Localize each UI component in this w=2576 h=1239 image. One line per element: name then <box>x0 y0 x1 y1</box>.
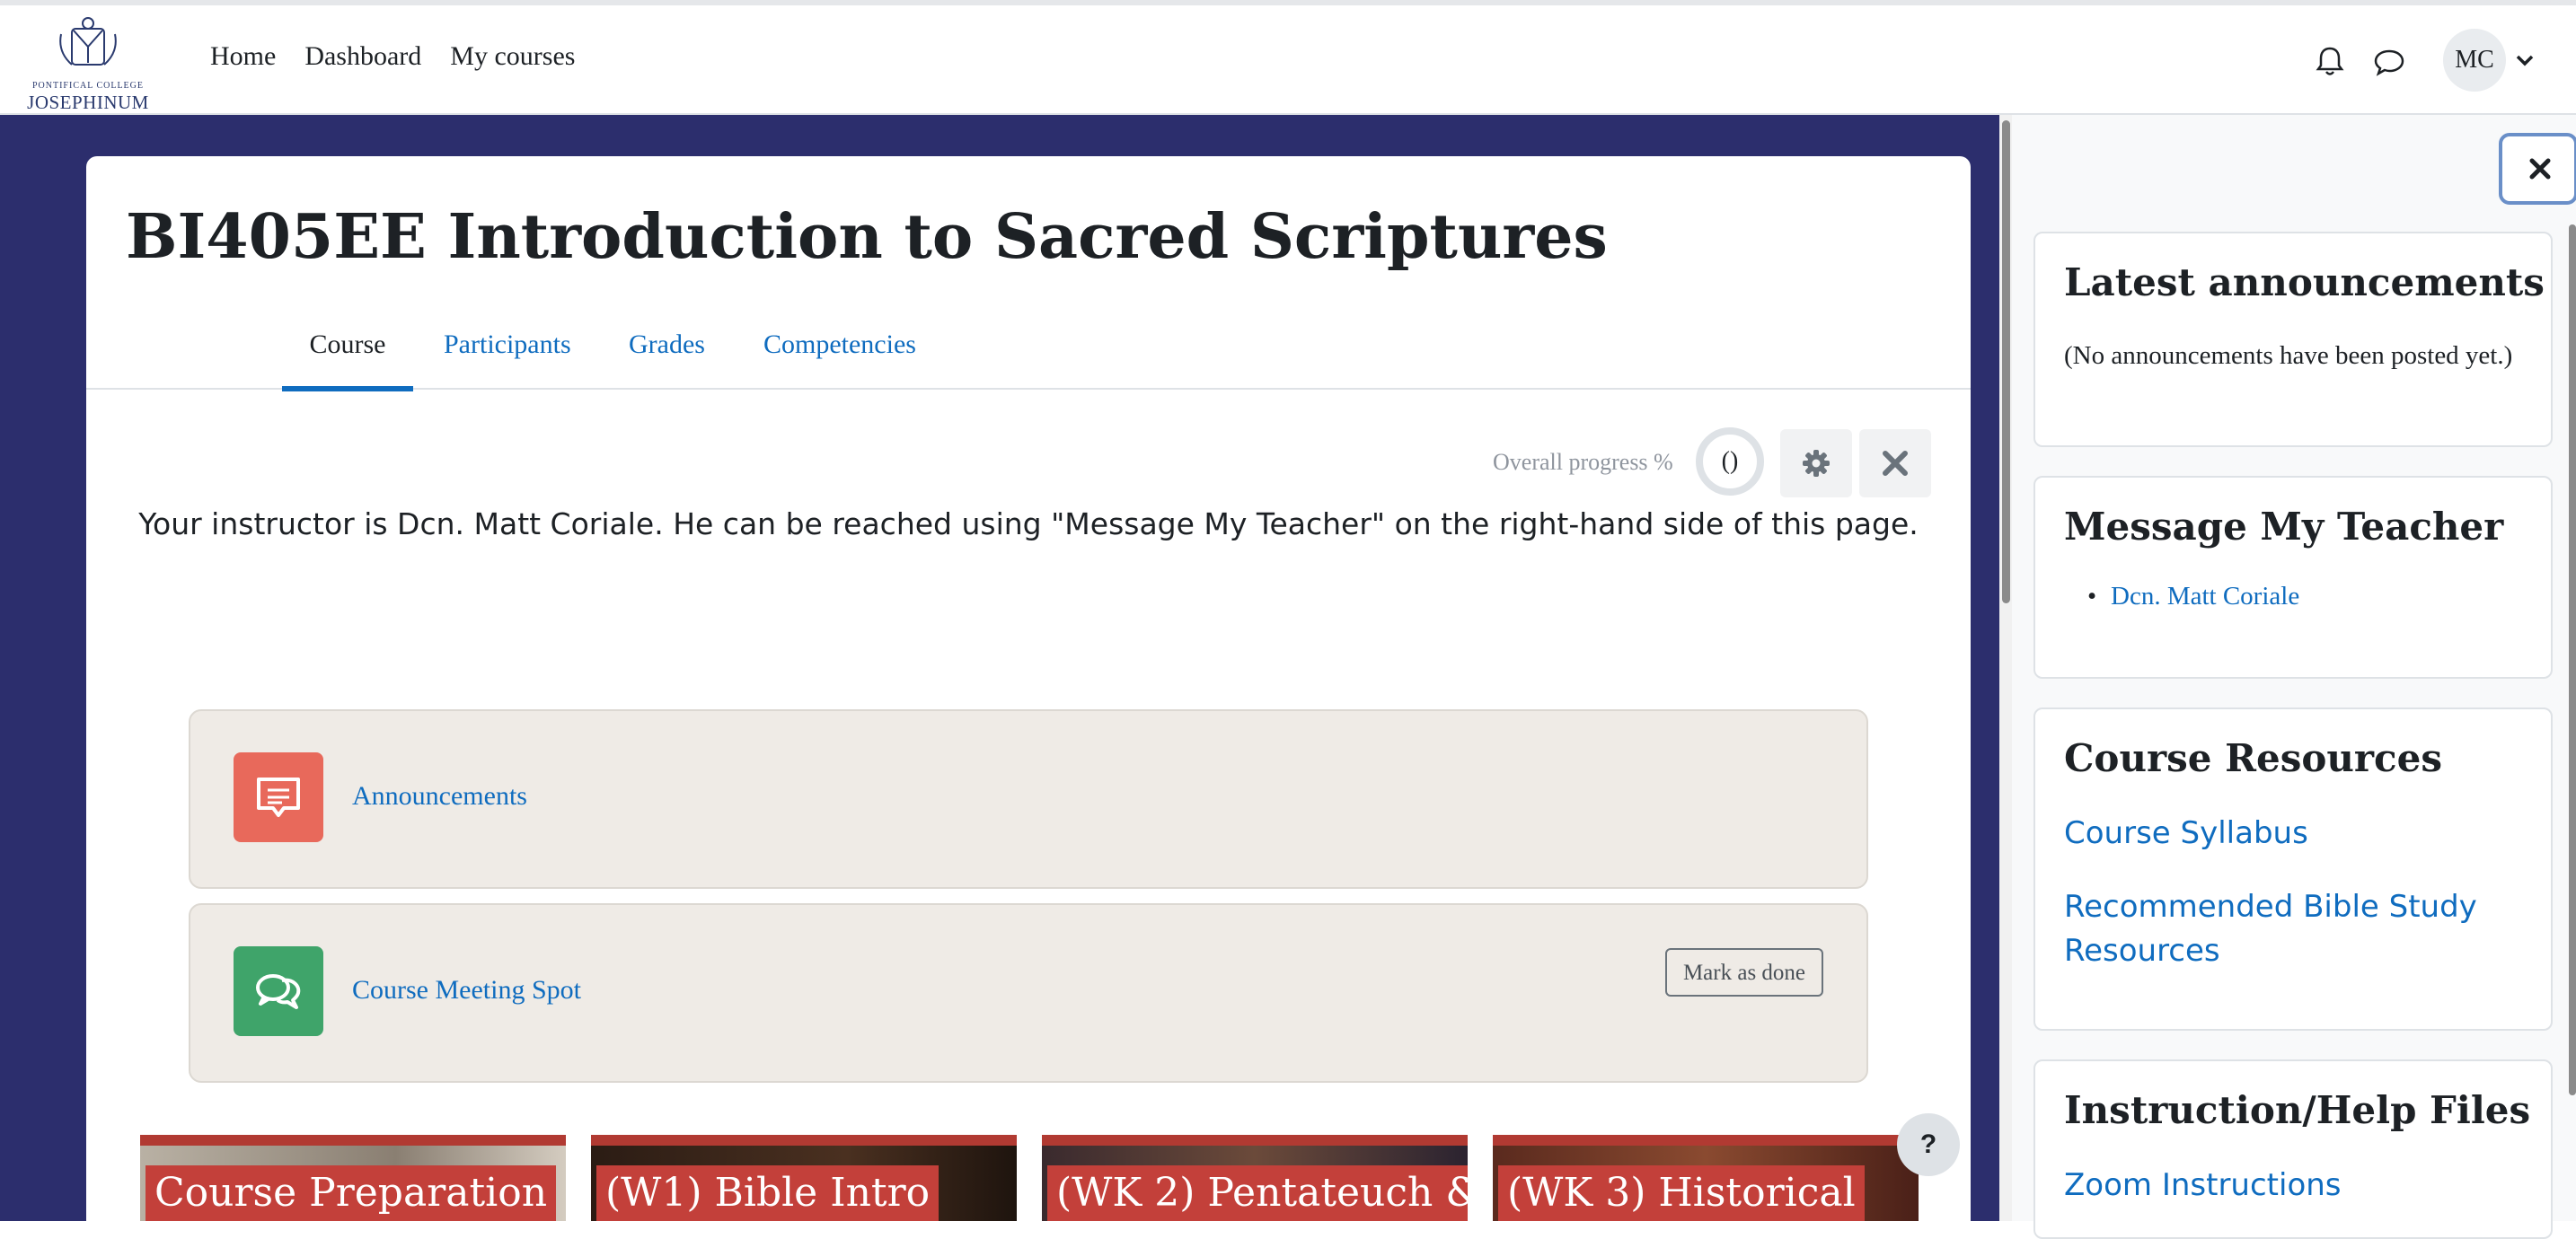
tile-label: (WK 3) Historical <box>1498 1165 1865 1221</box>
tab-competencies[interactable]: Competencies <box>763 323 916 386</box>
instructor-note: Your instructor is Dcn. Matt Coriale. He… <box>138 506 1919 541</box>
tile-label: (W1) Bible Intro <box>596 1165 940 1221</box>
resource-link[interactable]: Course Syllabus <box>2064 812 2531 856</box>
notification-bell-icon[interactable] <box>2312 43 2348 79</box>
block-title: Instruction/Help Files <box>2064 1088 2531 1132</box>
block-message-teacher: Message My Teacher Dcn. Matt Coriale <box>2033 476 2553 679</box>
block-course-resources: Course Resources Course Syllabus Recomme… <box>2033 707 2553 1031</box>
primary-nav: Home Dashboard My courses <box>210 41 575 72</box>
drawer-close-button[interactable] <box>2499 133 2576 205</box>
logo-text-small: PONTIFICAL COLLEGE <box>31 81 144 91</box>
teacher-link[interactable]: Dcn. Matt Coriale <box>2087 582 2299 611</box>
gear-icon <box>1803 450 1830 477</box>
close-button[interactable] <box>1859 429 1931 497</box>
tile-label: (WK 2) Pentateuch & <box>1047 1165 1468 1221</box>
resource-link[interactable]: Recommended Bible Study Resources <box>2064 885 2531 973</box>
user-avatar[interactable]: MC <box>2443 29 2506 92</box>
block-latest-announcements: Latest announcements (No announcements h… <box>2033 232 2553 447</box>
progress-indicator: () <box>1696 427 1764 496</box>
section-tile[interactable]: Course Preparation <box>140 1135 566 1221</box>
tab-course[interactable]: Course <box>282 323 413 391</box>
overall-progress-label: Overall progress % <box>1493 449 1673 475</box>
close-icon <box>1883 451 1908 476</box>
help-button[interactable]: ? <box>1897 1113 1960 1176</box>
chevron-down-icon[interactable] <box>2515 52 2535 68</box>
tab-participants[interactable]: Participants <box>444 323 571 386</box>
block-title: Latest announcements <box>2064 260 2545 304</box>
drawer-scrollbar-thumb[interactable] <box>2569 224 2576 1095</box>
tab-grades[interactable]: Grades <box>629 323 705 386</box>
block-title: Course Resources <box>2064 736 2442 780</box>
activity-link[interactable]: Course Meeting Spot <box>352 975 581 1006</box>
page-title: BI405EE Introduction to Sacred Scripture… <box>126 201 1608 273</box>
activity-meeting-spot: Course Meeting Spot Mark as done <box>189 903 1868 1083</box>
mark-as-done-button[interactable]: Mark as done <box>1665 948 1823 997</box>
nav-home[interactable]: Home <box>210 41 276 72</box>
close-icon <box>2529 158 2551 180</box>
page-scrollbar-thumb[interactable] <box>2002 120 2010 603</box>
course-tabs: Course Participants Grades Competencies <box>86 323 1971 391</box>
crest-icon <box>59 17 117 66</box>
help-link[interactable]: Zoom Instructions <box>2064 1164 2531 1208</box>
top-navbar: PONTIFICAL COLLEGE JOSEPHINUM Home Dashb… <box>0 5 2576 115</box>
settings-button[interactable] <box>1780 429 1852 497</box>
section-tile[interactable]: (W1) Bible Intro <box>591 1135 1017 1221</box>
section-tile[interactable]: (WK 2) Pentateuch & <box>1042 1135 1468 1221</box>
tile-label: Course Preparation <box>146 1165 557 1221</box>
course-main-region: BI405EE Introduction to Sacred Scripture… <box>86 156 1971 1221</box>
logo-text-large: JOSEPHINUM <box>27 92 149 113</box>
section-tile[interactable]: (WK 3) Historical <box>1493 1135 1919 1221</box>
block-title: Message My Teacher <box>2064 505 2504 549</box>
nav-dashboard[interactable]: Dashboard <box>304 41 421 72</box>
nav-my-courses[interactable]: My courses <box>450 41 575 72</box>
block-text: (No announcements have been posted yet.) <box>2064 341 2513 370</box>
activity-link[interactable]: Announcements <box>352 781 527 812</box>
forum-icon <box>234 946 323 1036</box>
activity-announcements: Announcements <box>189 709 1868 889</box>
messages-icon[interactable] <box>2371 43 2407 79</box>
block-help-files: Instruction/Help Files Zoom Instructions <box>2033 1059 2553 1239</box>
school-logo[interactable]: PONTIFICAL COLLEGE JOSEPHINUM <box>27 11 149 113</box>
announcement-icon <box>234 752 323 842</box>
